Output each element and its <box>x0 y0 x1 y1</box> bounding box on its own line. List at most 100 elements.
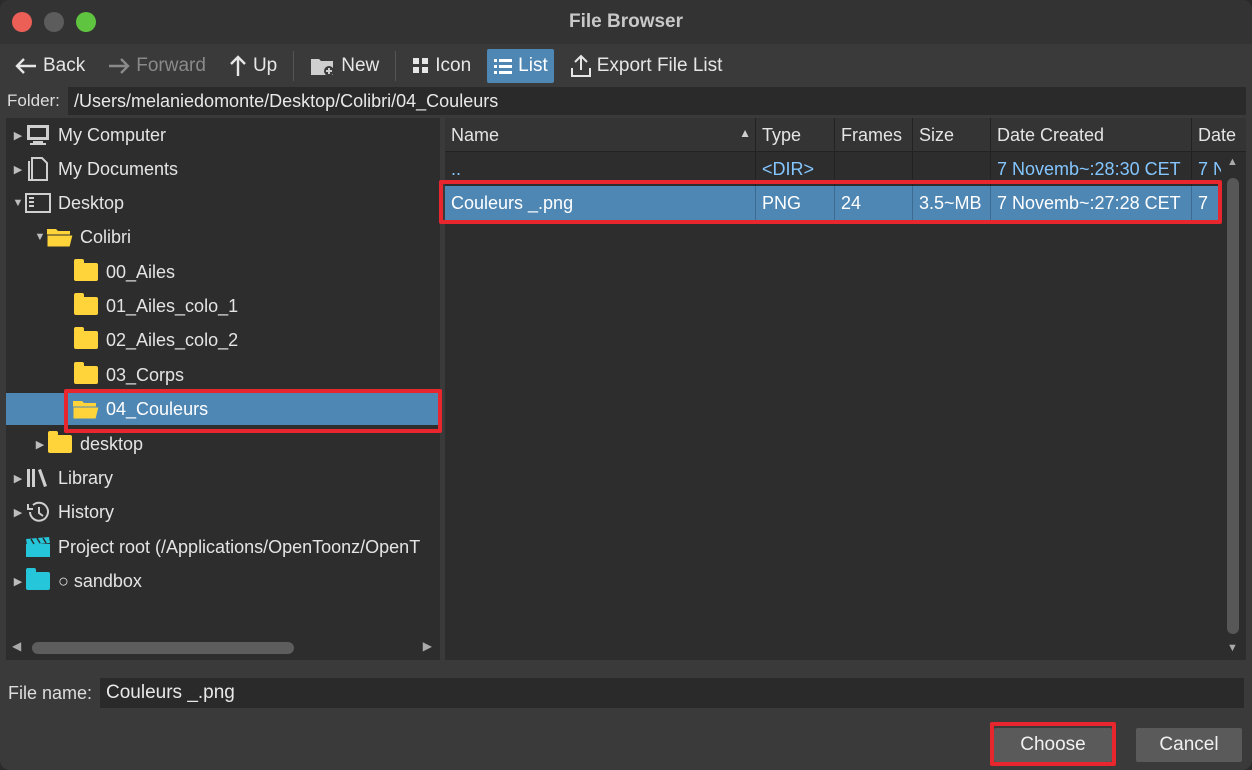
file-name-label: File name: <box>8 682 93 703</box>
column-header-size[interactable]: Size <box>913 118 991 152</box>
cell-name: .. <box>445 152 756 186</box>
minimize-window-button[interactable] <box>44 12 64 32</box>
tree-item-02-ailes-colo-2[interactable]: 02_Ailes_colo_2 <box>6 324 440 356</box>
choose-button[interactable]: Choose <box>994 728 1112 762</box>
cell-frames <box>835 152 913 186</box>
tree-item-04-couleurs[interactable]: 04_Couleurs <box>6 393 440 425</box>
grid-icon <box>413 58 429 73</box>
column-header-type[interactable]: Type <box>756 118 835 152</box>
file-name-input[interactable]: Couleurs _.png <box>100 678 1244 708</box>
cell-date-created: 7 Novemb~:27:28 CET <box>991 186 1192 220</box>
folder-path-field[interactable]: /Users/melaniedomonte/Desktop/Colibri/04… <box>68 87 1246 115</box>
expand-arrow-icon[interactable]: ▶ <box>12 472 24 485</box>
folder-bar: Folder: /Users/melaniedomonte/Desktop/Co… <box>0 86 1252 116</box>
tree-item-sandbox[interactable]: ▶ ○ sandbox <box>6 565 440 597</box>
computer-icon <box>27 125 49 145</box>
icon-view-button[interactable]: Icon <box>406 49 477 83</box>
scroll-right-icon[interactable]: ▶ <box>423 639 432 653</box>
cell-type: <DIR> <box>756 152 835 186</box>
desktop-icon <box>25 193 51 213</box>
tree-item-colibri[interactable]: ▼ Colibri <box>6 221 440 253</box>
tree-item-library[interactable]: ▶ Library <box>6 462 440 494</box>
cell-date: 7 <box>1198 192 1209 213</box>
icon-label: Icon <box>435 55 472 76</box>
new-folder-icon <box>311 59 335 76</box>
open-folder-icon <box>72 401 100 420</box>
table-row[interactable]: .. <DIR> 7 Novemb~:28:30 CET 7 N <box>445 152 1221 186</box>
forward-label: Forward <box>136 55 206 76</box>
tree-item-label: My Documents <box>58 158 179 179</box>
arrow-left-icon <box>15 58 36 74</box>
tree-item-history[interactable]: ▶ History <box>6 496 440 528</box>
folder-icon <box>74 293 98 315</box>
folder-icon <box>74 362 98 384</box>
up-button[interactable]: Up <box>222 49 283 83</box>
forward-button[interactable]: Forward <box>101 49 212 83</box>
folder-icon <box>26 568 50 590</box>
list-header: Name ▲ Type Frames Size Date Created Dat… <box>445 118 1246 152</box>
scrollbar-thumb[interactable] <box>32 642 294 654</box>
open-folder-icon <box>46 229 74 248</box>
folder-icon <box>48 431 72 453</box>
scroll-left-icon[interactable]: ◀ <box>12 639 21 653</box>
scrollbar-thumb[interactable] <box>1227 178 1239 634</box>
list-vertical-scrollbar[interactable]: ▲ ▼ <box>1222 152 1244 660</box>
close-window-button[interactable] <box>12 12 32 32</box>
export-file-list-button[interactable]: Export File List <box>564 49 729 83</box>
tree-item-label: 02_Ailes_colo_2 <box>106 329 239 350</box>
back-button[interactable]: Back <box>8 49 91 83</box>
sort-ascending-icon: ▲ <box>739 126 751 140</box>
window-controls <box>12 12 96 32</box>
column-header-name[interactable]: Name ▲ <box>445 118 756 152</box>
cell-date-created: 7 Novemb~:28:30 CET <box>991 152 1192 186</box>
expand-arrow-icon[interactable]: ▶ <box>34 438 46 451</box>
list-label: List <box>518 55 548 76</box>
expand-arrow-icon[interactable]: ▶ <box>12 575 24 588</box>
clapperboard-icon <box>26 537 50 557</box>
tree-item-desktop[interactable]: ▼ Desktop <box>6 187 440 219</box>
collapse-arrow-icon[interactable]: ▼ <box>12 197 24 209</box>
tree-item-01-ailes-colo-1[interactable]: 01_Ailes_colo_1 <box>6 290 440 322</box>
column-header-date-created[interactable]: Date Created <box>991 118 1192 152</box>
column-header-frames[interactable]: Frames <box>835 118 913 152</box>
scroll-down-icon[interactable]: ▼ <box>1227 642 1238 654</box>
expand-arrow-icon[interactable]: ▶ <box>12 163 24 176</box>
expand-arrow-icon[interactable]: ▶ <box>12 129 24 142</box>
new-folder-button[interactable]: New <box>304 49 385 83</box>
up-label: Up <box>252 55 278 76</box>
tree-item-label: ○ sandbox <box>58 570 142 591</box>
table-row-selected[interactable]: Couleurs _.png PNG 24 3.5~MB 7 Novemb~:2… <box>445 186 1221 220</box>
history-icon <box>27 501 49 522</box>
tree-item-03-corps[interactable]: 03_Corps <box>6 359 440 391</box>
export-label: Export File List <box>596 55 723 76</box>
list-icon <box>494 59 513 74</box>
tree-item-project-root[interactable]: Project root (/Applications/OpenToonz/Op… <box>6 531 440 563</box>
tree-item-desktop-folder[interactable]: ▶ desktop <box>6 428 440 460</box>
tree-item-my-computer[interactable]: ▶ My Computer <box>6 119 440 151</box>
tree-item-00-ailes[interactable]: 00_Ailes <box>6 256 440 288</box>
list-view-button[interactable]: List <box>487 49 554 83</box>
back-label: Back <box>43 55 86 76</box>
arrow-right-icon <box>109 58 130 74</box>
cell-name: Couleurs _.png <box>445 186 756 220</box>
folder-icon <box>74 327 98 349</box>
collapse-arrow-icon[interactable]: ▼ <box>34 231 46 243</box>
window-title: File Browser <box>568 11 684 32</box>
maximize-window-button[interactable] <box>76 12 96 32</box>
cell-size: 3.5~MB <box>913 186 991 220</box>
file-name-bar: File name: Couleurs _.png <box>0 676 1252 710</box>
tree-item-my-documents[interactable]: ▶ My Documents <box>6 153 440 185</box>
folder-label: Folder: <box>7 91 60 110</box>
tree-item-label: 03_Corps <box>106 364 185 385</box>
column-header-date[interactable]: Date <box>1192 118 1246 152</box>
tree-item-label: My Computer <box>58 124 167 145</box>
toolbar-separator <box>293 51 295 81</box>
expand-arrow-icon[interactable]: ▶ <box>12 506 24 519</box>
cancel-button[interactable]: Cancel <box>1136 728 1242 762</box>
tree-item-label: History <box>58 501 115 522</box>
tree-item-label: desktop <box>80 433 144 454</box>
cell-date: 7 N <box>1198 158 1221 179</box>
tree-horizontal-scrollbar[interactable]: ◀ ▶ <box>6 638 440 658</box>
scroll-up-icon[interactable]: ▲ <box>1227 156 1238 168</box>
folder-icon <box>74 259 98 281</box>
